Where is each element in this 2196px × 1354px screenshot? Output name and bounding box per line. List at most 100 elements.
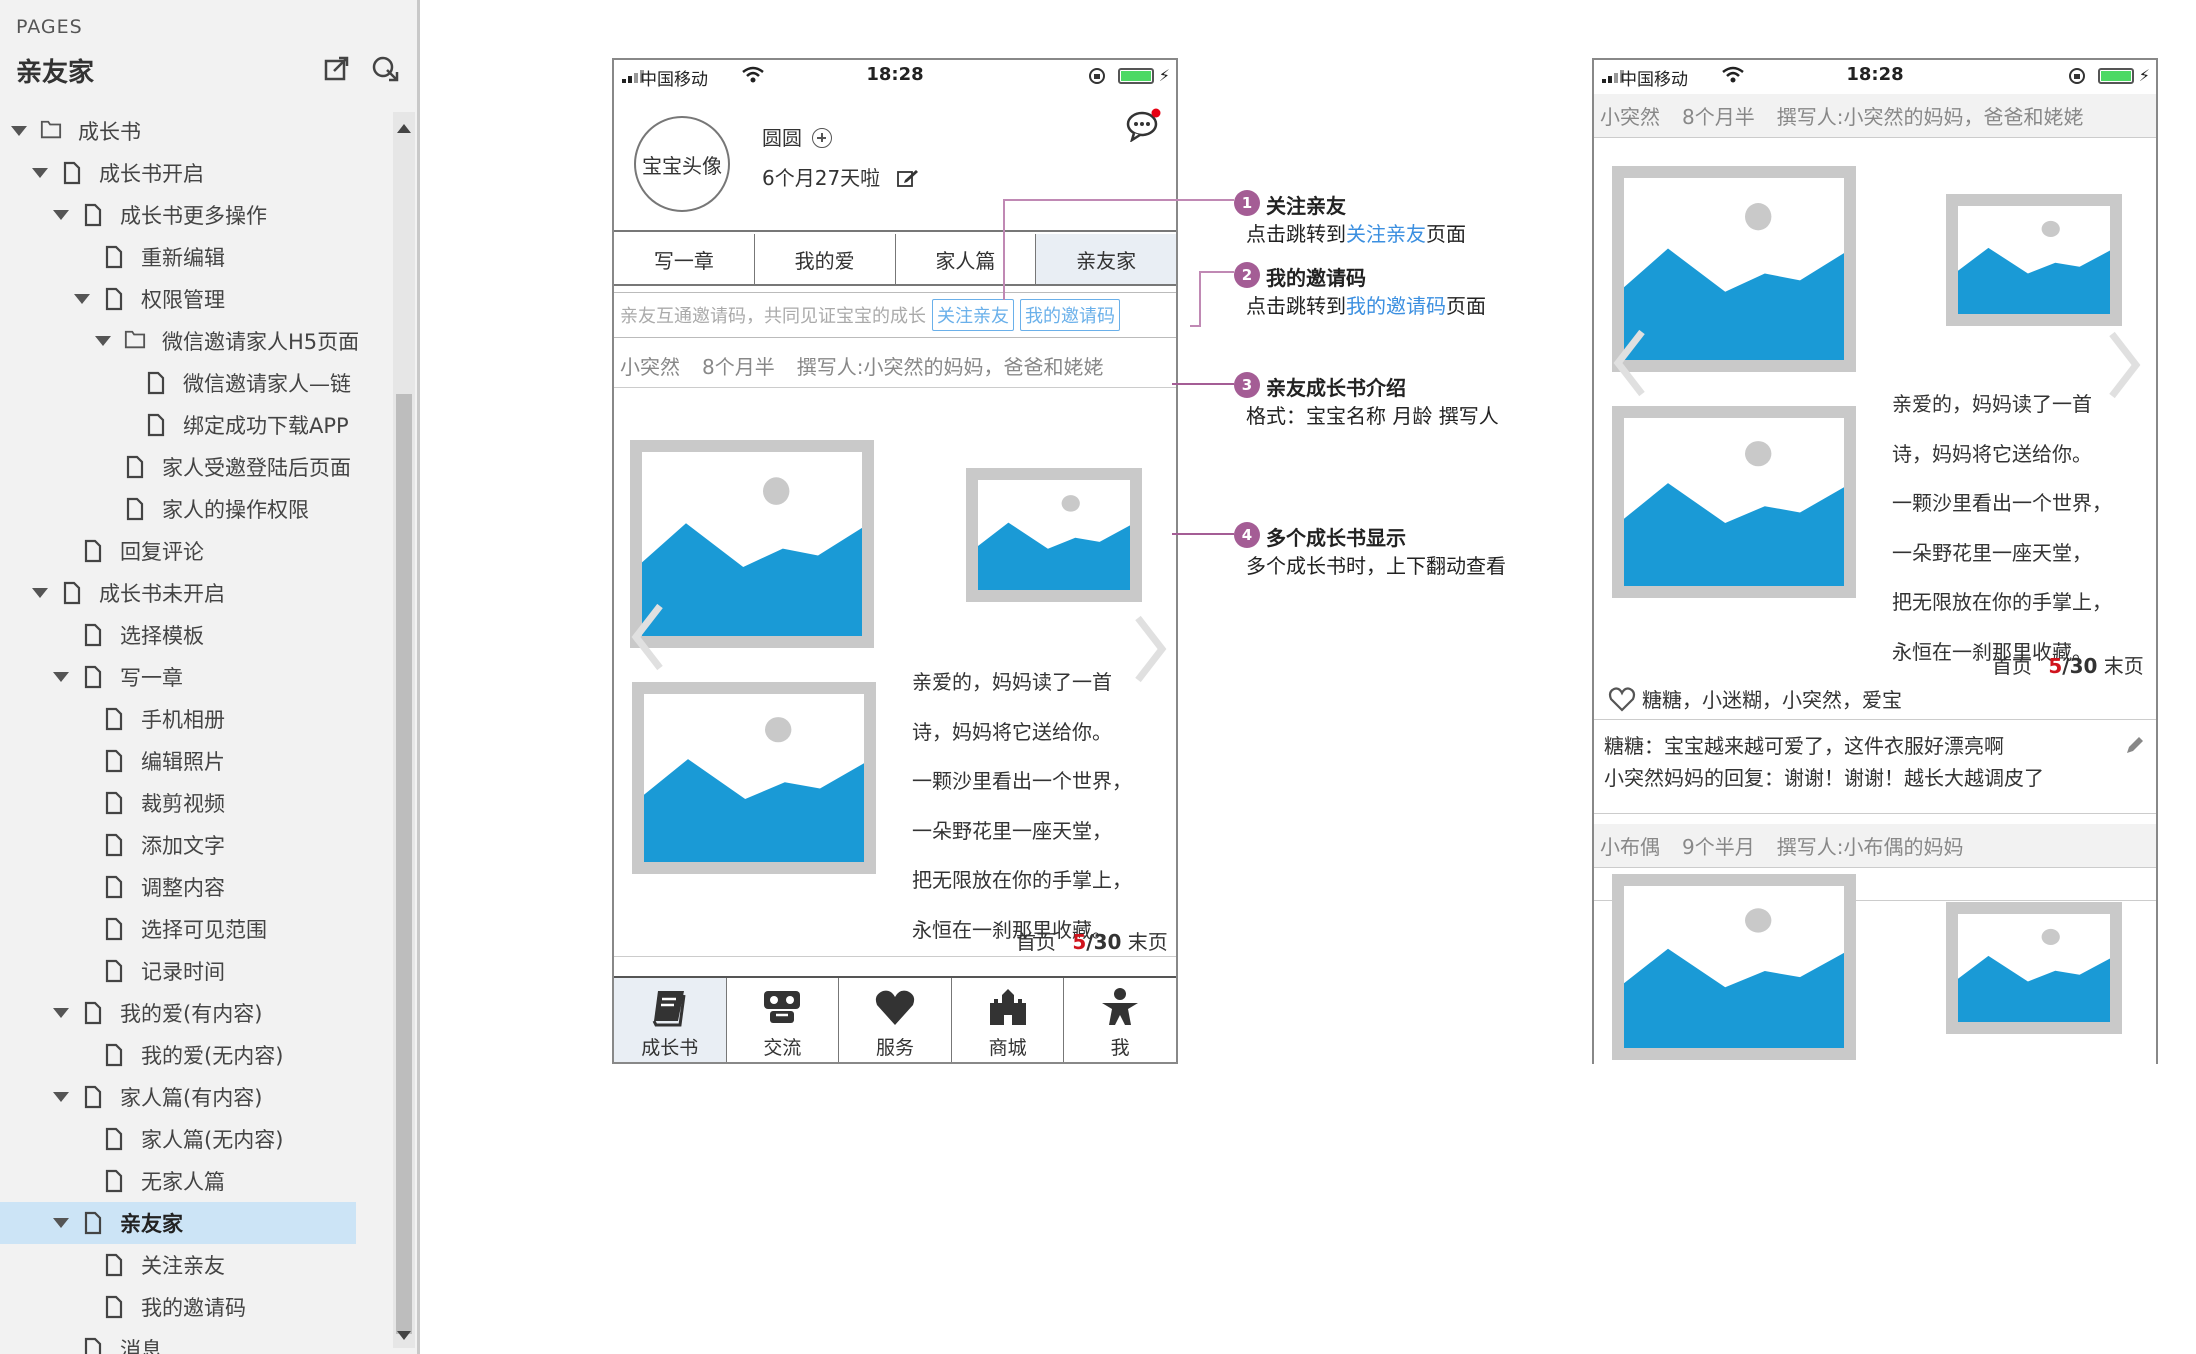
my-invite-code-button[interactable]: 我的邀请码 [1020, 299, 1120, 331]
tab-write-chapter[interactable]: 写一章 [614, 234, 755, 284]
export-icon[interactable] [323, 54, 351, 82]
expand-toggle-icon[interactable] [29, 582, 51, 604]
tree-item[interactable]: 无家人篇 [0, 1160, 400, 1202]
expand-toggle-icon[interactable] [50, 1086, 72, 1108]
tree-item-label: 无家人篇 [141, 1170, 225, 1194]
nav-me[interactable]: 我 [1064, 978, 1176, 1062]
expand-toggle-icon[interactable] [71, 288, 93, 310]
poem-text: 亲爱的，妈妈读了一首 诗，妈妈将它送给你。 一颗沙里看出一个世界， 一朵野花里一座天… [1892, 392, 2112, 664]
tree-item[interactable]: 手机相册 [0, 698, 400, 740]
like-heart-icon[interactable] [1608, 686, 1636, 712]
tree-scrollbar[interactable] [393, 112, 415, 1348]
tab-my-love[interactable]: 我的爱 [755, 234, 896, 284]
book-info: 小突然 8个月半 撰写人:小突然的妈妈，爸爸和姥姥 [614, 344, 1176, 388]
tree-item-label: 权限管理 [141, 288, 225, 312]
tree-item[interactable]: 成长书 [0, 110, 400, 152]
tree-item[interactable]: 微信邀请家人—链 [0, 362, 400, 404]
comments-block: 糖糖：宝宝越来越可爱了，这件衣服好漂亮啊 小突然妈妈的回复：谢谢！谢谢！越长大越… [1594, 722, 2156, 814]
last-page-link[interactable]: 末页 [2104, 654, 2144, 678]
first-page-link[interactable]: 首页 [1992, 654, 2032, 678]
expand-toggle-icon[interactable] [50, 666, 72, 688]
nav-growth-book[interactable]: 成长书 [614, 978, 727, 1062]
expand-toggle-icon[interactable] [8, 120, 30, 142]
tree-item[interactable]: 权限管理 [0, 278, 400, 320]
scroll-thumb[interactable] [396, 394, 412, 1334]
tree-item[interactable]: 调整内容 [0, 866, 400, 908]
prev-arrow-icon[interactable] [630, 602, 664, 672]
tree-item[interactable]: 选择可见范围 [0, 908, 400, 950]
tree-item[interactable]: 绑定成功下载APP [0, 404, 400, 446]
tab-family[interactable]: 家人篇 [896, 234, 1037, 284]
last-page-link[interactable]: 末页 [1128, 930, 1168, 954]
nav-chat[interactable]: 交流 [727, 978, 840, 1062]
tree-item[interactable]: 我的爱(有内容) [0, 992, 400, 1034]
likes-row: 糖糖，小迷糊，小突然，爱宝 [1594, 678, 2156, 720]
add-page-icon[interactable] [371, 54, 399, 82]
link-follow-friends[interactable]: 关注亲友 [1346, 222, 1426, 246]
tree-item[interactable]: 重新编辑 [0, 236, 400, 278]
bottom-nav: 成长书 交流 服务 商城 我 [614, 976, 1176, 1062]
tree-item[interactable]: 记录时间 [0, 950, 400, 992]
tree-item-label: 写一章 [120, 666, 183, 690]
follow-friends-button[interactable]: 关注亲友 [932, 299, 1014, 331]
nav-service[interactable]: 服务 [839, 978, 952, 1062]
panel-label: PAGES [16, 16, 83, 38]
image-placeholder [1946, 902, 2122, 1034]
next-arrow-icon[interactable] [2108, 330, 2142, 400]
tree-item[interactable]: 微信邀请家人H5页面 [0, 320, 400, 362]
book-info: 小突然 8个月半 撰写人:小突然的妈妈，爸爸和姥姥 [1594, 94, 2156, 138]
tree-item[interactable]: 选择模板 [0, 614, 400, 656]
scroll-down-icon[interactable] [397, 1331, 411, 1340]
image-placeholder [1612, 406, 1856, 598]
tree-item[interactable]: 成长书更多操作 [0, 194, 400, 236]
book-baby-name: 小布偶 [1600, 835, 1660, 859]
heart-icon [875, 990, 915, 1025]
edit-icon[interactable] [896, 169, 919, 187]
tree-item[interactable]: 裁剪视频 [0, 782, 400, 824]
first-page-link[interactable]: 首页 [1016, 930, 1056, 954]
pencil-icon[interactable] [2124, 736, 2144, 756]
status-bar: 中国移动 18:28 ⚡ [614, 60, 1176, 92]
book-pager: 首页 5/30 末页 [1016, 926, 1168, 955]
tree-item-label: 我的邀请码 [141, 1296, 246, 1320]
tree-item[interactable]: 家人的操作权限 [0, 488, 400, 530]
tree-item[interactable]: 写一章 [0, 656, 400, 698]
tree-item[interactable]: 亲友家 [0, 1202, 356, 1244]
add-baby-icon[interactable] [812, 128, 832, 148]
tree-item[interactable]: 成长书未开启 [0, 572, 400, 614]
phone-mockup-scrolled: 中国移动 18:28 ⚡ 小突然 8个月半 撰写人:小突然的妈妈，爸爸和姥姥 亲… [1592, 58, 2158, 1064]
tree-item[interactable]: 添加文字 [0, 824, 400, 866]
expand-toggle-icon[interactable] [50, 1002, 72, 1024]
nav-mall[interactable]: 商城 [952, 978, 1065, 1062]
tree-item[interactable]: 成长书开启 [0, 152, 400, 194]
next-arrow-icon[interactable] [1134, 614, 1168, 684]
prev-arrow-icon[interactable] [1612, 328, 1646, 398]
image-placeholder [632, 682, 876, 874]
expand-toggle-icon[interactable] [50, 1212, 72, 1234]
tree-item[interactable]: 我的邀请码 [0, 1286, 400, 1328]
avatar[interactable]: 宝宝头像 [634, 116, 730, 212]
invite-text: 亲友互通邀请码，共同见证宝宝的成长 [620, 306, 926, 327]
tree-item-label: 成长书未开启 [99, 582, 225, 606]
expand-toggle-icon[interactable] [92, 330, 114, 352]
tree-item[interactable]: 关注亲友 [0, 1244, 400, 1286]
pages-panel: PAGES 亲友家 成长书 成长书开启 成长书更多操作 重新编辑权限管理微信邀请家人H… [0, 0, 420, 1354]
tree-item[interactable]: 消息 [0, 1328, 400, 1354]
tree-item[interactable]: 回复评论 [0, 530, 400, 572]
folder-icon [124, 329, 146, 353]
tree-item[interactable]: 家人篇(有内容) [0, 1076, 400, 1118]
message-icon[interactable] [1126, 108, 1162, 142]
tree-item[interactable]: 编辑照片 [0, 740, 400, 782]
book-icon [652, 991, 686, 1027]
page-icon [82, 539, 104, 563]
page-icon [82, 623, 104, 647]
tree-item[interactable]: 我的爱(无内容) [0, 1034, 400, 1076]
book-baby-name: 小突然 [1600, 105, 1660, 129]
link-invite-code[interactable]: 我的邀请码 [1346, 294, 1446, 318]
scroll-up-icon[interactable] [397, 124, 411, 133]
tree-item[interactable]: 家人篇(无内容) [0, 1118, 400, 1160]
expand-toggle-icon[interactable] [50, 204, 72, 226]
expand-toggle-icon[interactable] [29, 162, 51, 184]
tree-item[interactable]: 家人受邀登陆后页面 [0, 446, 400, 488]
tab-friends[interactable]: 亲友家 [1036, 234, 1176, 284]
